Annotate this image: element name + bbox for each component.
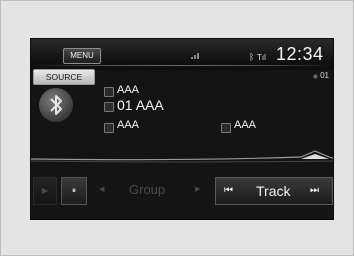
menu-button[interactable]: MENU: [63, 48, 101, 64]
album-title: AAA: [117, 84, 140, 96]
group-control: ◀ Group ▶: [93, 177, 207, 203]
signal-strength-icon: [191, 53, 200, 59]
track-next-button[interactable]: ⏭: [310, 178, 319, 204]
disc-number: ◉ 01: [313, 71, 329, 80]
manual-figure-frame: MENU ᛒ Tıl 12:34 SOURCE ◉ 01 AAA 01 AAA A…: [0, 0, 354, 256]
music-note-icon: [104, 102, 114, 112]
bluetooth-icon: [39, 88, 73, 122]
genre-icon: [221, 123, 231, 133]
genre-name: AAA: [234, 119, 257, 131]
audio-screen: MENU ᛒ Tıl 12:34 SOURCE ◉ 01 AAA 01 AAA A…: [30, 38, 334, 220]
playback-control-bar: ▶ ⏸ ◀ Group ▶ ⏮ Track ⏭: [31, 174, 333, 216]
phone-signal-icon: Tıl: [257, 53, 266, 62]
disc-number-value: 01: [320, 71, 329, 80]
group-next-button[interactable]: ▶: [195, 177, 200, 203]
artist-icon: [104, 123, 114, 133]
track-label: Track: [256, 183, 291, 199]
pause-icon: ⏸: [72, 186, 76, 195]
bluetooth-icon: ᛒ: [249, 52, 255, 62]
group-label: Group: [129, 182, 166, 197]
artist-name: AAA: [117, 119, 140, 131]
play-icon: ▶: [41, 186, 49, 195]
source-button[interactable]: SOURCE: [33, 69, 95, 85]
play-button[interactable]: ▶: [33, 177, 57, 205]
pause-button[interactable]: ⏸: [61, 177, 87, 205]
waveform-decoration: [31, 150, 333, 163]
track-prev-button[interactable]: ⏮: [224, 178, 233, 204]
track-control: ⏮ Track ⏭: [215, 177, 333, 205]
group-prev-button[interactable]: ◀: [99, 177, 104, 203]
status-bar-divider: [31, 65, 333, 66]
status-bar: MENU ᛒ Tıl 12:34: [31, 39, 333, 70]
disc-icon: ◉: [312, 74, 319, 80]
track-title: 01 AAA: [117, 97, 164, 113]
clock: 12:34: [276, 44, 324, 64]
album-icon: [104, 87, 114, 97]
